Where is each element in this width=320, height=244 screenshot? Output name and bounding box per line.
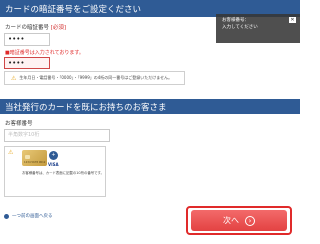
note-text: 生年月日・電話番号・「0000」・「9999」の4桁の同一番号はご登録いただけま… bbox=[19, 75, 173, 80]
visa-logo: VISA bbox=[48, 162, 59, 167]
section-header-customer: 当社発行のカードを既にお持ちのお客さま bbox=[0, 99, 300, 114]
tooltip-line1: お客様番号： bbox=[222, 18, 249, 23]
tooltip-line2: 入力してください bbox=[222, 25, 258, 30]
card-info-box: ⚠ 1234 5678 9012 + VISA お客様番号は、カード表面に記載の… bbox=[4, 146, 106, 197]
close-icon[interactable]: ✕ bbox=[289, 17, 296, 23]
pin-label: カードの暗証番号 [必須] bbox=[5, 25, 67, 31]
back-link-label: 一つ前の画面へ戻る bbox=[12, 214, 53, 219]
back-link[interactable]: 一つ前の画面へ戻る bbox=[4, 213, 53, 219]
chip-icon bbox=[25, 155, 30, 159]
next-button-label: 次へ bbox=[223, 216, 239, 225]
warning-icon: ⚠ bbox=[11, 74, 17, 82]
section-title: 当社発行のカードを既にお持ちのお客さま bbox=[5, 102, 167, 113]
pin-note: ⚠ 生年月日・電話番号・「0000」・「9999」の4桁の同一番号はご登録いただ… bbox=[4, 71, 185, 85]
customer-number-label: お客様番号 bbox=[5, 121, 33, 127]
required-badge: [必須] bbox=[50, 25, 67, 31]
tooltip: お客様番号： ✕ 入力してください bbox=[216, 14, 300, 43]
back-arrow-icon bbox=[4, 213, 9, 219]
error-message: ■暗証番号は入力されております。 bbox=[5, 50, 84, 56]
customer-number-input[interactable]: 半角数字10桁 bbox=[4, 129, 110, 142]
card-number-sample: 1234 5678 9012 bbox=[24, 161, 46, 164]
section-title: カードの暗証番号をご設定ください bbox=[5, 4, 142, 15]
brand-logo-icon: + bbox=[49, 151, 58, 160]
pin-confirm-input[interactable]: •••• bbox=[4, 57, 50, 69]
arrow-right-circle-icon: › bbox=[245, 215, 255, 226]
card-image: 1234 5678 9012 bbox=[22, 150, 47, 166]
warning-icon: ⚠ bbox=[8, 149, 14, 156]
next-button[interactable]: 次へ › bbox=[191, 210, 287, 231]
card-note-text: お客様番号は、カード表面に記載の10桁の番号です。 bbox=[22, 171, 104, 175]
pin-input[interactable]: •••• bbox=[4, 33, 50, 46]
